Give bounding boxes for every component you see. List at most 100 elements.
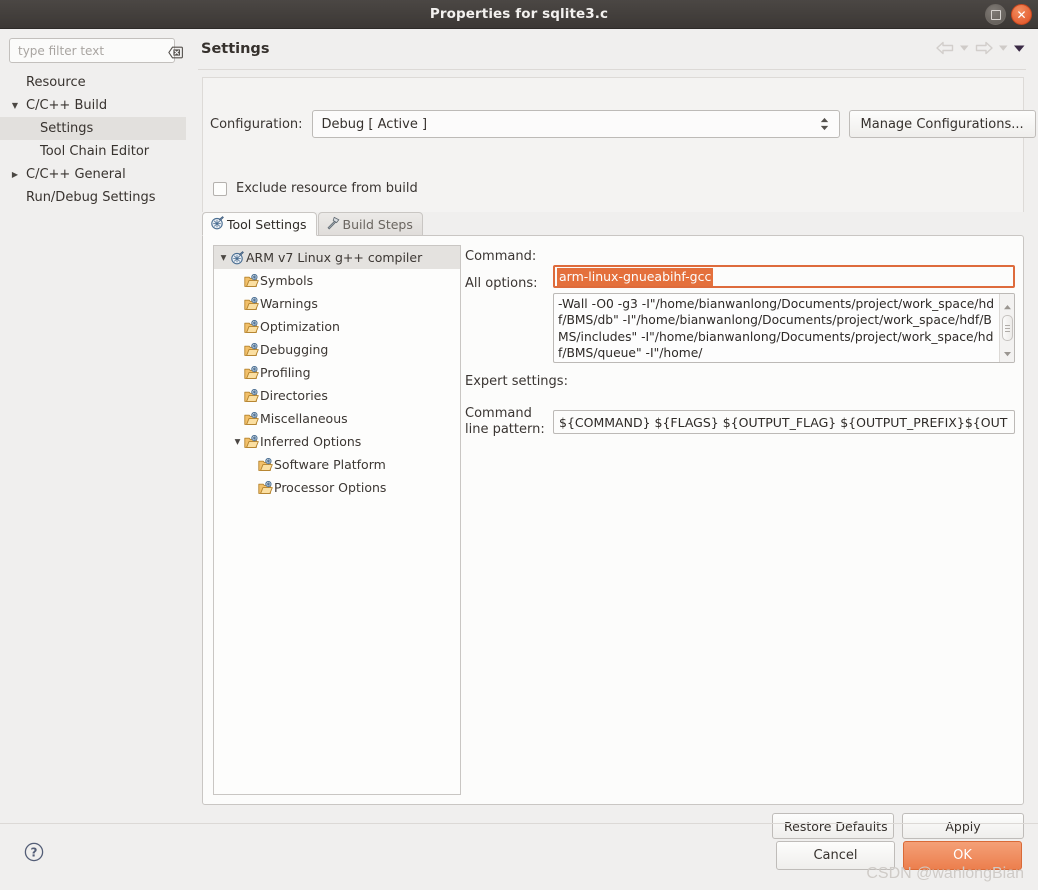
configuration-row: Configuration: Debug [ Active ] Manage C… (210, 110, 1036, 138)
ok-button[interactable]: OK (903, 841, 1022, 870)
tool-tree-item-inferred-options[interactable]: ▼ Inferred Options (214, 430, 460, 453)
footer-divider (0, 823, 1038, 824)
sidebar-item-c-c-build[interactable]: ▼ C/C++ Build (0, 94, 186, 117)
header-divider (198, 69, 1026, 70)
back-arrow-icon[interactable] (935, 41, 955, 55)
scroll-up-arrow-icon[interactable] (1003, 295, 1012, 314)
tool-tree-item-miscellaneous[interactable]: Miscellaneous (214, 407, 460, 430)
tool-tree-item-label: Profiling (260, 365, 311, 380)
history-nav (935, 41, 1026, 55)
sidebar-item-c-c-general[interactable]: ▶ C/C++ General (0, 163, 186, 186)
filter-input[interactable] (18, 43, 168, 58)
all-options-value[interactable]: -Wall -O0 -g3 -I"/home/bianwanlong/Docum… (554, 294, 999, 362)
sidebar-item-settings[interactable]: Settings (0, 117, 186, 140)
chevron-down-icon[interactable]: ▼ (9, 101, 21, 110)
tool-tree-item-optimization[interactable]: Optimization (214, 315, 460, 338)
all-options-field[interactable]: -Wall -O0 -g3 -I"/home/bianwanlong/Docum… (553, 293, 1015, 363)
tool-settings-icon (210, 215, 224, 233)
tab-tool-settings[interactable]: Tool Settings (202, 212, 317, 236)
folder-icon (244, 388, 259, 403)
tool-tree-item-label: Software Platform (274, 457, 386, 472)
chevron-right-icon[interactable]: ▶ (9, 170, 21, 179)
command-input[interactable]: arm-linux-gnueabihf-gcc (553, 265, 1015, 288)
spinner-arrows-icon[interactable] (820, 117, 829, 131)
configuration-label: Configuration: (210, 116, 303, 132)
command-line-pattern-label-line2: line pattern: (465, 422, 545, 437)
tool-tree-item-label: Optimization (260, 319, 340, 334)
tool-tree-item-processor-options[interactable]: Processor Options (214, 476, 460, 499)
configuration-combo[interactable]: Debug [ Active ] (311, 110, 840, 138)
folder-icon (244, 434, 259, 449)
tab-build-steps[interactable]: Build Steps (317, 212, 423, 236)
tool-options-tree: ▼ ARM v7 Linux g++ compiler Symbols Warning… (213, 245, 461, 795)
dialog-button-row: Cancel OK (776, 841, 1022, 870)
tool-tree-item-label: Directories (260, 388, 328, 403)
tool-tree-item-label: Inferred Options (260, 434, 362, 449)
tool-tree-item-label: Symbols (260, 273, 314, 288)
tool-settings-panel: ▼ ARM v7 Linux g++ compiler Symbols Warning… (202, 235, 1024, 805)
scrollbar-thumb[interactable] (1001, 315, 1013, 341)
command-value: arm-linux-gnueabihf-gcc (557, 267, 714, 286)
manage-configurations-button[interactable]: Manage Configurations... (848, 110, 1036, 138)
apply-button-row: Restore Defaults Apply (772, 813, 1024, 839)
compiler-icon (230, 250, 244, 265)
tool-tree-item-directories[interactable]: Directories (214, 384, 460, 407)
page-title: Settings (201, 41, 270, 57)
restore-defaults-button[interactable]: Restore Defaults (772, 813, 894, 839)
all-options-scrollbar[interactable] (999, 294, 1014, 362)
window-title: Properties for sqlite3.c (429, 6, 609, 22)
tool-tree-item-label: Miscellaneous (260, 411, 348, 426)
tool-tree-item-warnings[interactable]: Warnings (214, 292, 460, 315)
forward-menu-chevron-down-icon[interactable] (998, 44, 1009, 52)
title-bar: Properties for sqlite3.c ✕ (0, 0, 1038, 29)
tool-tree-item-profiling[interactable]: Profiling (214, 361, 460, 384)
configuration-group: Configuration: Debug [ Active ] Manage C… (202, 77, 1036, 212)
close-icon[interactable]: ✕ (1011, 4, 1032, 25)
sidebar-item-label: C/C++ Build (26, 98, 108, 113)
sidebar: Resource ▼ C/C++ Build Settings Tool Chain E… (0, 29, 186, 890)
sidebar-item-label: Settings (40, 121, 94, 136)
tool-tree-item-software-platform[interactable]: Software Platform (214, 453, 460, 476)
exclude-resource-checkbox[interactable] (213, 181, 227, 196)
chevron-down-icon[interactable]: ▼ (232, 437, 243, 446)
sidebar-item-tool-chain-editor[interactable]: Tool Chain Editor (0, 140, 186, 163)
build-steps-icon (326, 216, 340, 233)
filter-box[interactable] (9, 38, 183, 63)
folder-icon (258, 480, 273, 495)
exclude-resource-label: Exclude resource from build (236, 181, 418, 196)
tool-tree-item-label: Debugging (260, 342, 329, 357)
sidebar-item-run-debug-settings[interactable]: Run/Debug Settings (0, 186, 186, 209)
tool-tree-item-arm-v7-linux-g-compiler[interactable]: ▼ ARM v7 Linux g++ compiler (214, 246, 460, 269)
window-controls: ✕ (985, 4, 1032, 25)
all-options-label: All options: (465, 276, 538, 291)
tool-tree-item-label: Warnings (260, 296, 318, 311)
command-line-pattern-input[interactable]: ${COMMAND} ${FLAGS} ${OUTPUT_FLAG} ${OUT… (553, 410, 1015, 434)
view-menu-chevron-down-icon[interactable] (1013, 44, 1026, 53)
apply-button[interactable]: Apply (902, 813, 1024, 839)
properties-dialog: Properties for sqlite3.c ✕ Resource ▼ C/C+… (0, 0, 1038, 890)
tool-tree-item-debugging[interactable]: Debugging (214, 338, 460, 361)
content-pane: Settings Configuration: Debug [Active]… (186, 29, 1038, 890)
forward-arrow-icon[interactable] (974, 41, 994, 55)
maximize-icon[interactable] (985, 4, 1006, 25)
settings-nav-tree: Resource ▼ C/C++ Build Settings Tool Chain E… (0, 71, 186, 209)
folder-icon (244, 296, 259, 311)
folder-icon (244, 411, 259, 426)
sidebar-item-resource[interactable]: Resource (0, 71, 186, 94)
tool-tree-item-symbols[interactable]: Symbols (214, 269, 460, 292)
clear-icon[interactable] (168, 44, 183, 59)
folder-icon (244, 319, 259, 334)
tool-tree-item-label: Processor Options (274, 480, 387, 495)
exclude-resource-row: Exclude resource from build (213, 181, 418, 196)
cancel-button[interactable]: Cancel (776, 841, 895, 870)
expert-settings-label: Expert settings: (465, 374, 568, 389)
help-icon[interactable]: ? (24, 842, 44, 866)
tab-build-steps-label: Build Steps (342, 216, 413, 232)
tab-tool-settings-label: Tool Settings (227, 216, 307, 232)
command-line-pattern-label-line1: Command (465, 406, 532, 421)
chevron-down-icon[interactable]: ▼ (218, 253, 229, 262)
folder-icon (244, 273, 259, 288)
tool-tree-item-label: ARM v7 Linux g++ compiler (246, 250, 423, 265)
back-menu-chevron-down-icon[interactable] (959, 44, 970, 52)
scroll-down-arrow-icon[interactable] (1003, 342, 1012, 361)
